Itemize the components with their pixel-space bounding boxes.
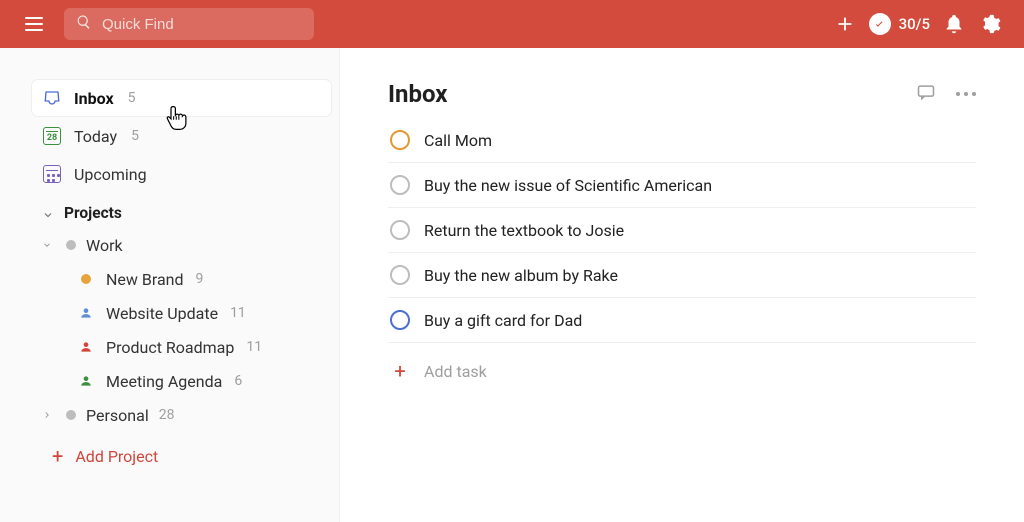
task-checkbox[interactable] (390, 220, 410, 240)
task-title: Call Mom (424, 131, 492, 150)
add-task-button[interactable]: + Add task (388, 343, 976, 399)
project-label: New Brand (106, 270, 184, 289)
inbox-icon (42, 88, 62, 108)
content-area: Inbox Call Mom Buy the new issue of Scie… (340, 48, 1024, 522)
sidebar-item-inbox[interactable]: Inbox 5 (32, 80, 331, 116)
task-title: Return the textbook to Josie (424, 221, 624, 240)
chevron-down-icon (38, 240, 56, 250)
task-row[interactable]: Call Mom (388, 126, 976, 163)
project-label: Work (86, 236, 123, 255)
project-work[interactable]: Work (32, 228, 331, 262)
section-label: Projects (64, 204, 122, 222)
app-header: 30/5 (0, 0, 1024, 48)
add-project-button[interactable]: + Add Project (32, 446, 331, 466)
subproject-website-update[interactable]: Website Update 11 (32, 296, 331, 330)
task-row[interactable]: Buy the new issue of Scientific American (388, 163, 976, 208)
project-color-dot (78, 274, 94, 284)
subproject-new-brand[interactable]: New Brand 9 (32, 262, 331, 296)
project-color-dot (66, 410, 76, 420)
check-circle-icon (869, 13, 891, 35)
project-count: 9 (196, 271, 204, 287)
subproject-meeting-agenda[interactable]: Meeting Agenda 6 (32, 364, 331, 398)
task-checkbox[interactable] (390, 130, 410, 150)
add-task-header-button[interactable] (827, 6, 863, 42)
project-count: 11 (230, 305, 246, 321)
page-title: Inbox (388, 80, 447, 108)
task-title: Buy a gift card for Dad (424, 311, 582, 330)
task-list: Call Mom Buy the new issue of Scientific… (388, 126, 976, 343)
calendar-upcoming-icon (42, 164, 62, 184)
search-box[interactable] (64, 8, 314, 40)
task-title: Buy the new issue of Scientific American (424, 176, 712, 195)
menu-icon (25, 17, 43, 31)
project-count: 6 (234, 373, 242, 389)
task-title: Buy the new album by Rake (424, 266, 618, 285)
project-count: 28 (159, 407, 175, 423)
search-input[interactable] (102, 16, 282, 33)
comment-icon[interactable] (916, 82, 936, 106)
project-label: Personal (86, 406, 149, 425)
menu-button[interactable] (18, 8, 50, 40)
person-icon (78, 306, 94, 320)
plus-icon: + (390, 359, 410, 383)
project-personal[interactable]: Personal 28 (32, 398, 331, 432)
plus-icon: + (52, 446, 63, 466)
task-row[interactable]: Buy the new album by Rake (388, 253, 976, 298)
add-project-label: Add Project (75, 447, 158, 466)
karma-button[interactable]: 30/5 (869, 13, 930, 35)
sidebar-item-count: 5 (128, 90, 136, 106)
projects-section-header[interactable]: Projects (32, 194, 331, 228)
settings-button[interactable] (972, 6, 1008, 42)
subproject-product-roadmap[interactable]: Product Roadmap 11 (32, 330, 331, 364)
task-row[interactable]: Return the textbook to Josie (388, 208, 976, 253)
sidebar-item-label: Upcoming (74, 165, 147, 184)
sidebar: Inbox 5 28 Today 5 Upcoming Projects (0, 48, 340, 522)
project-label: Website Update (106, 304, 218, 323)
sidebar-item-today[interactable]: 28 Today 5 (32, 118, 331, 154)
person-icon (78, 374, 94, 388)
sidebar-item-label: Inbox (74, 89, 114, 108)
notifications-button[interactable] (936, 6, 972, 42)
person-icon (78, 340, 94, 354)
task-checkbox[interactable] (390, 175, 410, 195)
project-count: 11 (246, 339, 262, 355)
task-checkbox[interactable] (390, 265, 410, 285)
karma-count: 30/5 (899, 15, 930, 33)
calendar-today-icon: 28 (42, 126, 62, 146)
search-icon (76, 14, 92, 34)
more-options-button[interactable] (956, 92, 976, 96)
project-color-dot (66, 240, 76, 250)
project-label: Product Roadmap (106, 338, 234, 357)
chevron-down-icon (42, 207, 54, 219)
sidebar-item-count: 5 (131, 128, 139, 144)
add-task-label: Add task (424, 362, 487, 381)
chevron-right-icon (38, 410, 56, 420)
task-checkbox[interactable] (390, 310, 410, 330)
sidebar-item-upcoming[interactable]: Upcoming (32, 156, 331, 192)
project-label: Meeting Agenda (106, 372, 222, 391)
task-row[interactable]: Buy a gift card for Dad (388, 298, 976, 343)
sidebar-item-label: Today (74, 127, 117, 146)
